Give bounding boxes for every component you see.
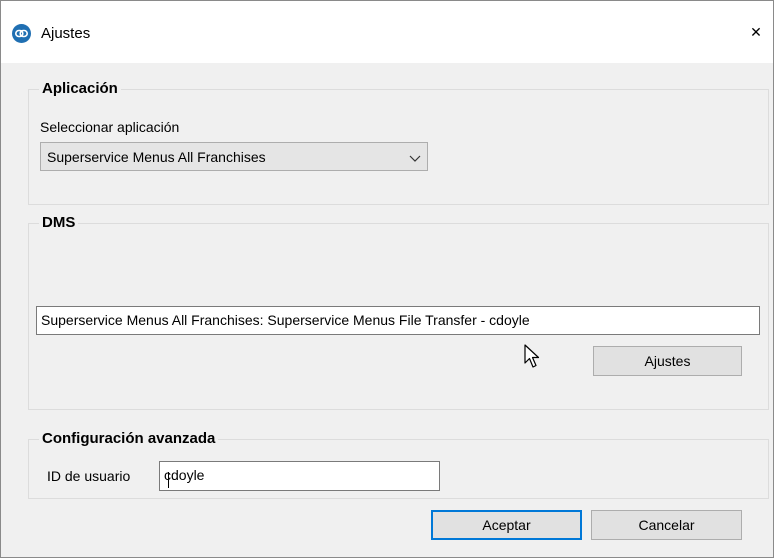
settings-dialog: Ajustes ✕ Aplicación Seleccionar aplicac… — [0, 0, 774, 558]
dms-connection-field[interactable]: Superservice Menus All Franchises: Super… — [36, 306, 760, 335]
dms-group-title: DMS — [39, 214, 79, 231]
chevron-down-icon — [409, 151, 421, 167]
user-id-input-content: cdoyle — [164, 467, 205, 488]
close-icon[interactable]: ✕ — [741, 17, 771, 47]
select-application-label: Seleccionar aplicación — [40, 119, 180, 135]
text-caret — [168, 472, 169, 488]
application-select-value: Superservice Menus All Franchises — [47, 149, 266, 165]
user-id-label: ID de usuario — [47, 468, 131, 484]
advanced-group-title: Configuración avanzada — [39, 430, 219, 447]
link-icon — [12, 24, 31, 43]
user-id-value: cdoyle — [164, 467, 205, 483]
application-select[interactable]: Superservice Menus All Franchises — [40, 142, 428, 171]
mouse-pointer-icon — [524, 344, 540, 368]
window-title: Ajustes — [41, 25, 91, 42]
title-bar: Ajustes ✕ — [1, 1, 773, 63]
dms-settings-button[interactable]: Ajustes — [593, 346, 742, 376]
dms-connection-value: Superservice Menus All Franchises: Super… — [41, 312, 530, 328]
user-id-input[interactable]: cdoyle — [159, 461, 440, 491]
application-group-title: Aplicación — [39, 80, 121, 97]
cancel-button[interactable]: Cancelar — [591, 510, 742, 540]
accept-button[interactable]: Aceptar — [431, 510, 582, 540]
